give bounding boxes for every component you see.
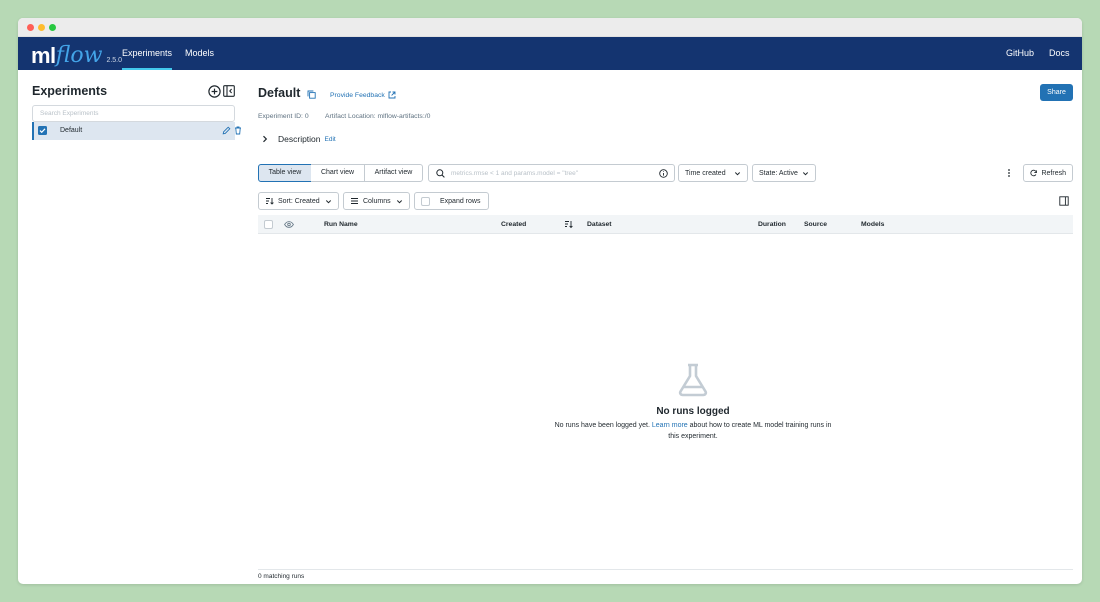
artifact-location: Artifact Location: mlflow-artifacts:/0 [325, 113, 431, 120]
search-runs-input[interactable]: metrics.rmse < 1 and params.model = "tre… [428, 164, 675, 182]
experiment-list-item[interactable]: Default [32, 122, 241, 140]
chevron-right-icon [263, 135, 268, 143]
sort-label: Sort: Created [278, 197, 320, 205]
info-icon[interactable] [659, 169, 668, 178]
nav-experiments[interactable]: Experiments [122, 37, 173, 70]
expand-rows-label: Expand rows [440, 197, 481, 205]
sort-descending-icon[interactable] [564, 220, 573, 229]
columns-label: Columns [363, 197, 391, 205]
checkmark-icon [39, 128, 46, 134]
beaker-icon [678, 363, 708, 397]
description-edit-link[interactable]: Edit [325, 136, 336, 143]
plus-circle-icon [208, 85, 221, 98]
column-models[interactable]: Models [861, 221, 884, 228]
column-duration[interactable]: Duration [758, 221, 786, 228]
refresh-button[interactable]: Refresh [1023, 164, 1073, 182]
tab-chart-view[interactable]: Chart view [311, 164, 365, 182]
sidebar-title: Experiments [32, 84, 108, 98]
search-experiments-input[interactable]: Search Experiments [32, 105, 235, 122]
share-button[interactable]: Share [1040, 84, 1073, 101]
logo-flow-text: flow [55, 43, 103, 68]
learn-more-link[interactable]: Learn more [652, 422, 688, 429]
select-all-checkbox[interactable] [264, 220, 273, 229]
nav-docs[interactable]: Docs [1049, 37, 1070, 70]
toggle-panel-icon[interactable] [1059, 196, 1069, 206]
experiment-name: Default [60, 127, 83, 134]
empty-state-text: No runs have been logged yet. Learn more… [553, 420, 833, 442]
nav-github[interactable]: GitHub [1006, 37, 1034, 70]
empty-state-text-after: about how to create ML model training ru… [668, 422, 832, 440]
chevron-down-icon [396, 199, 403, 203]
eye-icon[interactable] [284, 221, 294, 228]
sort-icon [266, 198, 274, 205]
mlflow-logo[interactable]: ml flow 2.5.0 [31, 40, 122, 68]
logo-ml-text: ml [31, 43, 56, 68]
provide-feedback-link[interactable]: Provide Feedback [330, 91, 396, 99]
app-window: ml flow 2.5.0 Experiments Models GitHub … [18, 18, 1082, 584]
columns-dropdown[interactable]: Columns [343, 192, 410, 210]
expand-rows-checkbox[interactable] [421, 196, 430, 206]
maximize-window-button[interactable] [49, 24, 56, 31]
column-source[interactable]: Source [804, 221, 827, 228]
state-dropdown[interactable]: State: Active [752, 164, 816, 182]
provide-feedback-label: Provide Feedback [330, 91, 385, 99]
column-dataset[interactable]: Dataset [587, 221, 612, 228]
more-options-icon[interactable] [1006, 168, 1012, 178]
sidebar-collapse-icon [223, 85, 235, 97]
columns-icon [351, 198, 358, 204]
runs-table-header: Run Name Created Dataset Duration Source… [258, 215, 1073, 234]
tab-table-view[interactable]: Table view [258, 164, 312, 182]
version-label: 2.5.0 [106, 57, 123, 64]
empty-state: No runs logged No runs have been logged … [553, 363, 833, 442]
sort-dropdown[interactable]: Sort: Created [258, 192, 339, 210]
experiment-checkbox[interactable] [38, 126, 47, 135]
edit-pencil-icon[interactable] [222, 126, 231, 135]
expand-rows-toggle[interactable]: Expand rows [414, 192, 489, 210]
refresh-label: Refresh [1041, 169, 1066, 177]
top-navbar: ml flow 2.5.0 Experiments Models GitHub … [18, 37, 1082, 70]
window-titlebar [18, 18, 1082, 37]
minimize-window-button[interactable] [38, 24, 45, 31]
time-created-label: Time created [685, 169, 726, 177]
experiment-id: Experiment ID: 0 [258, 113, 309, 120]
chevron-down-icon [325, 199, 332, 203]
copy-icon[interactable] [307, 90, 316, 99]
footer-divider [258, 569, 1073, 570]
column-created[interactable]: Created [501, 221, 526, 228]
nav-models[interactable]: Models [185, 37, 214, 70]
description-toggle[interactable]: Description Edit [261, 134, 336, 144]
trash-icon[interactable] [234, 126, 242, 135]
page-title: Default [258, 86, 301, 100]
matching-runs-count: 0 matching runs [258, 573, 305, 580]
refresh-icon [1030, 169, 1037, 177]
external-link-icon [388, 91, 396, 99]
close-window-button[interactable] [27, 24, 34, 31]
state-label: State: Active [759, 169, 798, 177]
search-icon [436, 168, 445, 178]
collapse-sidebar-button[interactable] [223, 85, 235, 97]
create-experiment-button[interactable] [208, 85, 221, 98]
description-label: Description [278, 134, 321, 144]
chevron-down-icon [734, 171, 741, 175]
time-created-dropdown[interactable]: Time created [678, 164, 748, 182]
chevron-down-icon [802, 171, 809, 175]
empty-state-title: No runs logged [656, 406, 730, 417]
empty-state-text-before: No runs have been logged yet. [554, 422, 650, 429]
search-runs-placeholder: metrics.rmse < 1 and params.model = "tre… [451, 169, 579, 177]
column-run-name[interactable]: Run Name [324, 221, 358, 228]
tab-artifact-view[interactable]: Artifact view [364, 164, 423, 182]
